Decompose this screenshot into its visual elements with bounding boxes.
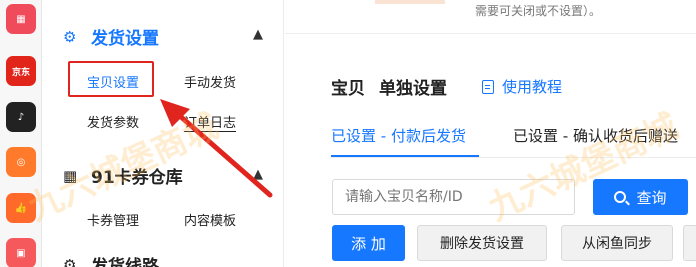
search-button-label: 查询 bbox=[636, 188, 667, 207]
delete-shipping-settings-button[interactable]: 删除发货设置 bbox=[417, 225, 547, 261]
sidebar-item-manual-shipping[interactable]: 手动发货 bbox=[184, 72, 236, 91]
tab-confirm-receipt-gift[interactable]: 已设置 - 确认收货后赠送 bbox=[513, 125, 678, 146]
sidebar-item-card-management[interactable]: 卡券管理 bbox=[87, 210, 139, 229]
kuaishou-icon[interactable]: ◎ bbox=[6, 147, 36, 177]
more-button[interactable] bbox=[683, 225, 696, 261]
search-button[interactable]: 查询 bbox=[593, 179, 688, 215]
add-button[interactable]: 添 加 bbox=[332, 225, 405, 261]
douyin-icon[interactable]: ♪ bbox=[6, 102, 36, 132]
thumbs-up-icon[interactable]: 👍 bbox=[6, 193, 36, 223]
menu-group-shipping-lines[interactable]: ⚙ 发货线路 bbox=[63, 252, 159, 267]
sidebar-item-content-template[interactable]: 内容模板 bbox=[184, 210, 236, 229]
menu-group-label: 发货设置 bbox=[91, 29, 159, 49]
app-switcher-rail: ▦ 京东 ♪ ◎ 👍 ▣ bbox=[0, 0, 42, 267]
search-input[interactable] bbox=[332, 179, 575, 215]
top-decoration bbox=[375, 0, 445, 4]
shopping-bag-icon[interactable]: ▣ bbox=[6, 238, 36, 267]
menu-group-label: 发货线路 bbox=[91, 257, 159, 267]
divider bbox=[285, 33, 696, 34]
page-title-part-a: 宝贝 bbox=[331, 79, 365, 99]
grid-icon: ▦ bbox=[63, 166, 78, 185]
tab-divider bbox=[331, 157, 696, 158]
document-icon bbox=[482, 79, 494, 94]
page-title-part-b: 单独设置 bbox=[379, 79, 447, 99]
page-title: 宝贝 单独设置 bbox=[331, 74, 447, 99]
gear-icon: ⚙ bbox=[63, 255, 77, 267]
chevron-up-icon[interactable]: ▲ bbox=[253, 27, 263, 42]
app-heart-grid-icon[interactable]: ▦ bbox=[6, 4, 36, 34]
menu-group-shipping-settings[interactable]: ⚙ 发货设置 bbox=[63, 24, 159, 50]
tutorial-label: 使用教程 bbox=[502, 78, 563, 96]
sidebar-item-item-settings[interactable]: 宝贝设置 bbox=[87, 72, 139, 91]
jd-icon[interactable]: 京东 bbox=[6, 56, 36, 86]
search-icon bbox=[614, 191, 627, 203]
top-note-text: 需要可关闭或不设置）。 bbox=[475, 4, 602, 18]
tab-paid-shipping[interactable]: 已设置 - 付款后发货 bbox=[331, 125, 466, 146]
sync-from-xianyu-button[interactable]: 从闲鱼同步 bbox=[561, 225, 673, 261]
gear-icon: ⚙ bbox=[63, 27, 77, 46]
tutorial-link[interactable]: 使用教程 bbox=[482, 76, 562, 97]
main-content: 需要可关闭或不设置）。 宝贝 单独设置 使用教程 已设置 - 付款后发货 已设置 … bbox=[285, 0, 696, 267]
sidebar-item-shipping-params[interactable]: 发货参数 bbox=[87, 112, 139, 131]
annotation-arrow-icon bbox=[160, 99, 273, 198]
